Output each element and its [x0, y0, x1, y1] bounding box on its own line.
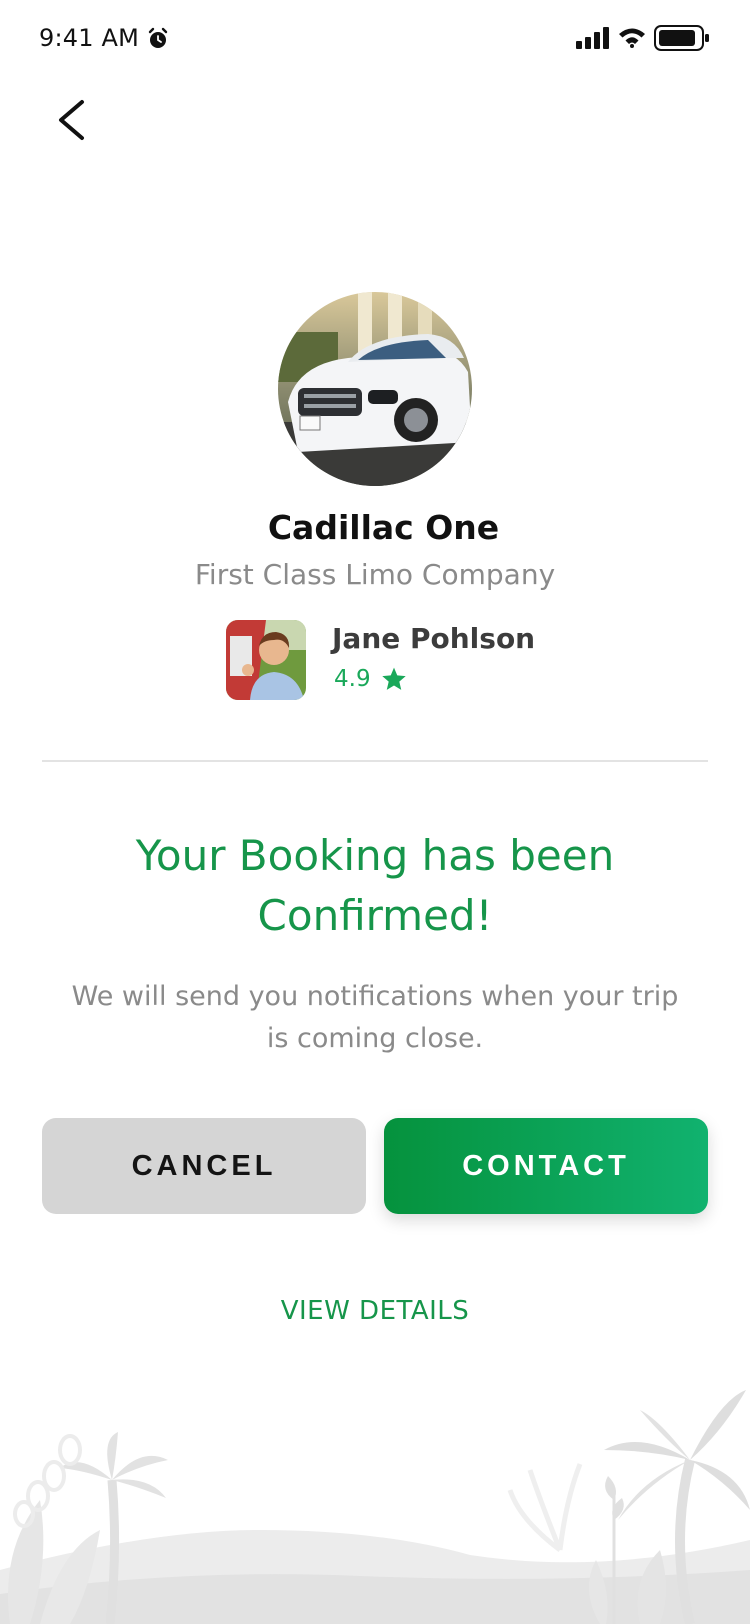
- vehicle-photo: [278, 292, 472, 486]
- battery-icon: [654, 25, 709, 51]
- status-bar: 9:41 AM: [0, 0, 750, 80]
- view-details-link[interactable]: VIEW DETAILS: [0, 1296, 750, 1326]
- vehicle-company: First Class Limo Company: [194, 558, 556, 591]
- status-time: 9:41 AM: [39, 24, 140, 52]
- tropical-footer-illustration: [0, 1390, 750, 1624]
- cancel-button[interactable]: CANCEL: [42, 1118, 366, 1214]
- chevron-left-icon: [59, 100, 84, 140]
- contact-button[interactable]: CONTACT: [384, 1118, 708, 1214]
- booking-confirmed-screen: 9:41 AM Cadillac One First Class Limo Co…: [0, 0, 750, 1624]
- vehicle-name: Cadillac One: [267, 508, 500, 547]
- star-icon: [381, 667, 406, 690]
- back-button[interactable]: [48, 92, 96, 148]
- cellular-signal-icon: [576, 27, 609, 49]
- wifi-icon: [619, 28, 645, 48]
- alarm-clock-icon: [148, 27, 168, 48]
- driver-name: Jane Pohlson: [332, 622, 536, 655]
- driver-rating-value: 4.9: [334, 666, 371, 692]
- divider: [42, 760, 708, 762]
- driver-avatar: [226, 620, 306, 700]
- confirmation-message: We will send you notifications when your…: [71, 981, 679, 1054]
- confirmation-title: Your Booking has been Confirmed!: [135, 831, 615, 940]
- driver-rating: 4.9: [334, 666, 407, 692]
